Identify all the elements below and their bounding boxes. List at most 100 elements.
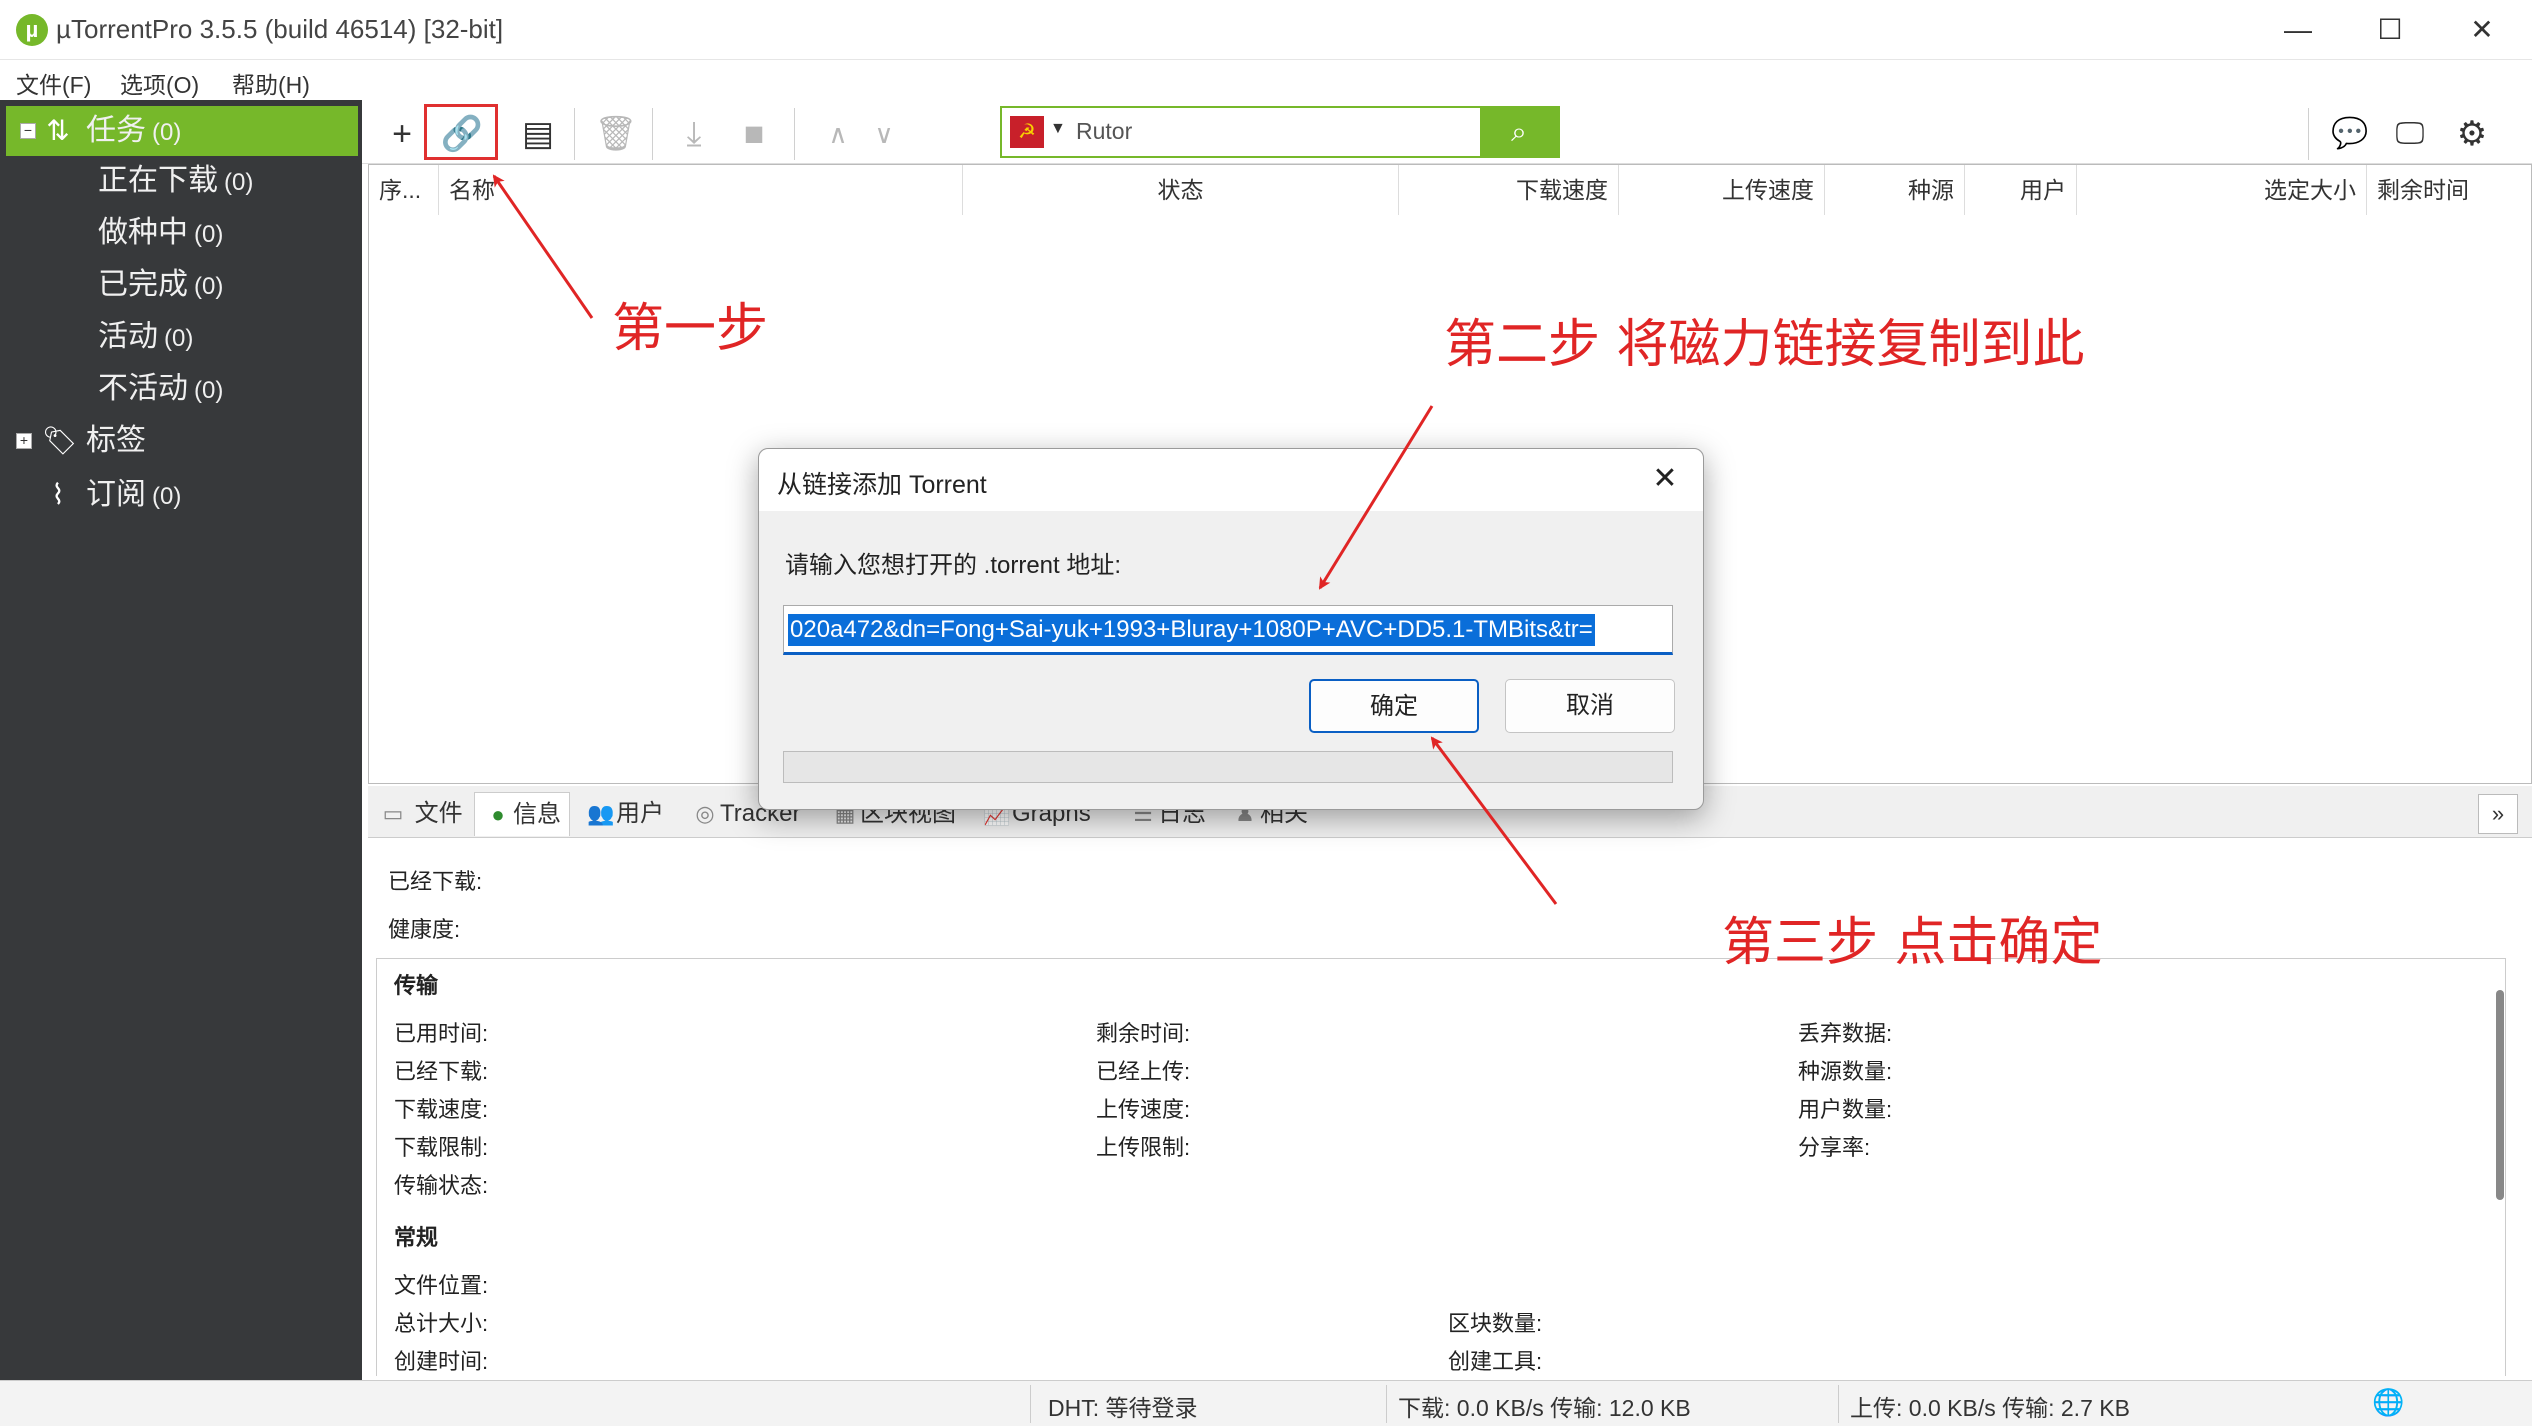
settings-gear-icon[interactable]: ⚙ (2446, 108, 2498, 160)
sidebar-item-feeds[interactable]: ⌇ 订阅 (0) (0, 470, 362, 520)
dialog-title-bar: 从链接添加 Torrent ✕ (759, 449, 1703, 511)
column-header-download-speed[interactable]: 下载速度 (1399, 165, 1619, 215)
info-icon: ● (491, 802, 505, 827)
sidebar-item-label: 已完成 (98, 268, 188, 301)
sidebar-item-downloading[interactable]: 正在下载 (0) (0, 156, 362, 206)
info-panel: 已经下载: 健康度: 传输 已用时间: 已经下载: 下载速度: 下载限制: 传输… (368, 840, 2532, 1376)
add-url-highlight-box (424, 104, 498, 160)
search-field[interactable]: ☭ ▼ Rutor ⌕ (1000, 106, 1560, 158)
add-torrent-icon[interactable]: + (376, 108, 428, 160)
menu-file[interactable]: 文件(F) (16, 66, 91, 100)
column-header-status[interactable]: 状态 (963, 165, 1399, 215)
step1-annotation: 第一步 (612, 299, 769, 359)
sidebar-item-completed[interactable]: 已完成 (0) (0, 260, 362, 310)
remove-trash-icon[interactable]: 🗑 (590, 108, 642, 160)
upload-speed-label: 上传速度: (1096, 1097, 1191, 1122)
status-separator (1386, 1385, 1387, 1423)
status-separator (1030, 1385, 1031, 1423)
create-torrent-icon[interactable]: ▤ (512, 108, 564, 160)
dialog-title: 从链接添加 Torrent (777, 471, 987, 499)
collapse-panel-chevron-icon[interactable]: » (2478, 794, 2518, 834)
tracker-icon: ◎ (695, 801, 715, 826)
transfer-status-label: 传输状态: (394, 1173, 489, 1198)
transfer-group (376, 958, 2506, 1376)
tab-files[interactable]: ▭ 文件 (378, 792, 463, 836)
upload-status[interactable]: 上传: 0.0 KB/s 传输: 2.7 KB (1850, 1389, 2130, 1423)
search-button-magnifier-icon[interactable]: ⌕ (1480, 108, 1558, 156)
detail-scrollbar[interactable] (2496, 990, 2504, 1200)
download-speed-label: 下载速度: (394, 1097, 489, 1122)
close-button[interactable]: ✕ (2442, 8, 2522, 52)
wasted-label: 丢弃数据: (1798, 1021, 1893, 1046)
start-download-icon[interactable]: ⤓ (668, 108, 720, 160)
download-limit-label: 下载限制: (394, 1135, 489, 1160)
sidebar-item-count: (0) (152, 119, 182, 146)
created-on-label: 创建时间: (394, 1349, 489, 1374)
column-header-peers[interactable]: 用户 (1965, 165, 2077, 215)
menu-bar: 文件(F) 选项(O) 帮助(H) (0, 60, 2532, 100)
rss-icon: ⌇ (51, 479, 65, 510)
sidebar-item-inactive[interactable]: 不活动 (0) (0, 364, 362, 414)
sidebar-item-count: (0) (194, 377, 224, 404)
tab-label: 文件 (414, 800, 463, 827)
uploaded-label: 已经上传: (1096, 1059, 1191, 1084)
menu-options[interactable]: 选项(O) (120, 66, 199, 100)
column-header-name[interactable]: 名称 (439, 165, 963, 215)
torrent-url-input[interactable]: 020a472&dn=Fong+Sai-yuk+1993+Bluray+1080… (783, 605, 1673, 655)
utorrent-logo-icon: µ (16, 14, 48, 46)
tab-peers[interactable]: 👥用户 (586, 792, 664, 836)
toolbar-separator (652, 108, 653, 160)
dialog-progress-bar (783, 751, 1673, 783)
tab-info[interactable]: ● 信息 (474, 792, 570, 836)
sidebar-item-count: (0) (194, 273, 224, 300)
stop-square-icon[interactable]: ■ (728, 108, 780, 160)
collapse-icon[interactable]: − (20, 123, 36, 139)
search-input[interactable]: Rutor (1076, 118, 1132, 145)
column-header-eta[interactable]: 剩余时间 (2367, 165, 2532, 215)
dht-status[interactable]: DHT: 等待登录 (1048, 1389, 1198, 1423)
transfer-header: 传输 (394, 973, 439, 998)
share-ratio-label: 分享率: (1798, 1135, 1871, 1160)
dropdown-caret-icon[interactable]: ▼ (1050, 120, 1066, 138)
column-header-selected-size[interactable]: 选定大小 (2077, 165, 2367, 215)
column-header-seeds[interactable]: 种源 (1825, 165, 1965, 215)
pieces-label: 区块数量: (1448, 1311, 1543, 1336)
move-up-chevron-icon[interactable]: ∧ (812, 108, 864, 160)
status-bar: DHT: 等待登录 下载: 0.0 KB/s 传输: 12.0 KB 上传: 0… (0, 1380, 2532, 1426)
expand-icon[interactable]: + (16, 433, 32, 449)
total-size-label: 总计大小: (394, 1311, 489, 1336)
column-header-queue[interactable]: 序... (369, 165, 439, 215)
save-as-label: 文件位置: (394, 1273, 489, 1298)
menu-help[interactable]: 帮助(H) (232, 66, 310, 100)
cancel-button[interactable]: 取消 (1505, 679, 1675, 733)
download-status[interactable]: 下载: 0.0 KB/s 传输: 12.0 KB (1398, 1389, 1691, 1423)
toolbar-separator (2308, 108, 2309, 160)
remote-monitor-icon[interactable]: 🖵 (2384, 108, 2436, 160)
search-provider-icon[interactable]: ☭ (1010, 116, 1044, 148)
ok-button[interactable]: 确定 (1309, 679, 1479, 733)
title-bar: µ µTorrentPro 3.5.5 (build 46514) [32-bi… (0, 0, 2532, 60)
chat-bubbles-icon[interactable]: 💬 (2324, 108, 2376, 160)
sidebar-item-label: 做种中 (98, 216, 188, 249)
minimize-button[interactable]: — (2258, 8, 2338, 52)
url-prompt-label: 请输入您想打开的 .torrent 地址: (785, 552, 1122, 579)
sidebar-item-active[interactable]: 活动 (0) (0, 312, 362, 362)
dialog-close-icon[interactable]: ✕ (1645, 459, 1685, 499)
status-separator (1838, 1385, 1839, 1423)
sidebar-item-seeding[interactable]: 做种中 (0) (0, 208, 362, 258)
column-header-upload-speed[interactable]: 上传速度 (1619, 165, 1825, 215)
maximize-button[interactable]: ☐ (2350, 8, 2430, 52)
tab-label: 信息 (513, 801, 561, 828)
selected-url-text: 020a472&dn=Fong+Sai-yuk+1993+Bluray+1080… (788, 614, 1595, 646)
network-globe-icon[interactable]: 🌐 (2372, 1387, 2404, 1418)
remaining-label: 剩余时间: (1096, 1021, 1191, 1046)
sidebar-item-label: 标签 (86, 424, 146, 457)
peers-label: 用户数量: (1798, 1097, 1893, 1122)
sidebar-item-label: 活动 (98, 320, 158, 353)
sidebar-item-labels[interactable]: + 🏷 标签 (0, 416, 362, 466)
downloaded-label: 已经下载: (394, 1059, 489, 1084)
general-header: 常规 (394, 1225, 439, 1250)
move-down-chevron-icon[interactable]: ∨ (858, 108, 910, 160)
sidebar-item-tasks[interactable]: − ⇅ 任务 (0) (6, 106, 358, 156)
sidebar-item-count: (0) (224, 169, 254, 196)
